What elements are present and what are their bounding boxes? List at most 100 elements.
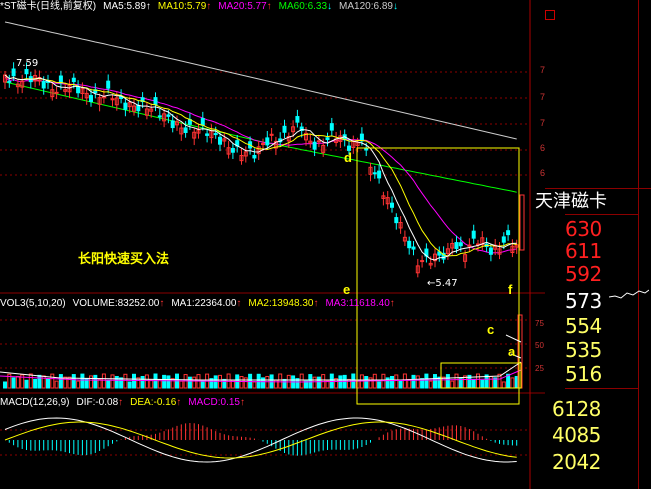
volume-bar (282, 378, 287, 389)
volume-bar (15, 375, 20, 389)
marker-c: c (487, 322, 495, 337)
macd-indicator-name: MACD(12,26,9) (0, 397, 70, 408)
ma60-line (4, 81, 517, 193)
right-quote-panel: 天津磁卡 630 611 592 573 554 535 516 6128 40… (535, 0, 651, 489)
macd-value-label: MACD:0.15 (188, 397, 240, 408)
volume-bar (445, 374, 450, 389)
volume-bar (222, 378, 227, 389)
candle-body (261, 143, 265, 146)
volume-bars (0, 314, 523, 389)
volume-bar (501, 381, 506, 389)
volume-bar (338, 375, 343, 389)
candle-body (407, 240, 412, 249)
volume-bar (312, 376, 317, 389)
volume-bar (411, 374, 416, 389)
candle-body (506, 230, 511, 236)
volume-bar (510, 377, 515, 389)
volume-bar (488, 376, 493, 389)
volume-bar (471, 378, 476, 389)
volume-bar (114, 376, 119, 389)
candle-body (252, 154, 257, 159)
volume-ladder-divider (565, 388, 639, 389)
candle-body (282, 125, 287, 133)
ma20-path (4, 76, 517, 254)
high-price-label: 7.59 (16, 58, 39, 69)
volume-bar (213, 375, 218, 389)
candle-body (205, 133, 210, 136)
candle-body (71, 77, 76, 83)
volume-bar (265, 375, 270, 389)
volume-bar (187, 376, 192, 389)
volume-tick: 25 (535, 364, 544, 373)
ma60-path (4, 81, 517, 193)
candle-body (316, 140, 321, 143)
volume-bar (58, 374, 63, 389)
volume-bar (54, 380, 59, 389)
volume-bar (377, 381, 382, 389)
volume-bar (97, 378, 102, 389)
volume-bar (166, 375, 171, 389)
vol-ma3-label: MA3:11618.40 (325, 298, 390, 309)
volume-tick: 75 (535, 319, 544, 328)
candle-body (7, 80, 12, 83)
volume-chart-header: VOL3(5,10,20) VOLUME:83252.00↑ MA1:22364.0… (0, 298, 395, 309)
candle-body (364, 148, 369, 151)
candle-body (41, 81, 46, 89)
vol-ma1-label: MA1:22364.00 (171, 298, 237, 309)
volume-bar (316, 376, 321, 389)
candle-body (471, 230, 476, 239)
ladder-price-current: 573 (565, 289, 602, 313)
volume-bar (106, 379, 111, 389)
candle-body (58, 75, 63, 84)
kline-chart-canvas[interactable] (0, 0, 545, 489)
candle-body (420, 260, 425, 263)
volume-bar (433, 374, 437, 389)
ladder-volume: 6128 (552, 397, 601, 421)
volume-tick: 50 (535, 341, 544, 350)
panel-toggle-icon[interactable] (545, 10, 555, 20)
volume-bar (428, 380, 433, 389)
volume-bar (140, 375, 145, 389)
volume-bar (37, 374, 42, 389)
volume-bar (415, 375, 420, 389)
candlesticks (3, 62, 525, 278)
volume-bar (364, 376, 369, 389)
volume-bar (450, 380, 455, 389)
candle-body (488, 247, 493, 255)
volume-bar (144, 374, 149, 389)
volume-bar (394, 374, 399, 389)
candle-body (359, 133, 364, 142)
volume-bar (252, 381, 257, 389)
volume-bar (200, 380, 205, 389)
marker-e: e (343, 282, 351, 297)
ladder-volume: 2042 (552, 450, 601, 474)
candle-body (24, 69, 29, 75)
ma5-line (4, 74, 517, 261)
ma120-path (4, 21, 517, 140)
volume-bar (110, 374, 115, 389)
ladder-price: 592 (565, 262, 602, 286)
volume-bar (390, 375, 394, 389)
candle-body (110, 98, 115, 101)
ma5-path (4, 74, 517, 261)
volume-bar (325, 380, 330, 389)
candle-body (89, 95, 93, 102)
volume-bar (11, 377, 16, 389)
volume-bar (33, 378, 38, 389)
volume-bar (192, 376, 197, 389)
volume-bar (299, 373, 304, 389)
volume-bar (3, 381, 7, 389)
candle-body (153, 97, 158, 105)
volume-bar (162, 374, 167, 389)
candle-body (54, 91, 59, 94)
ladder-volume: 4085 (552, 423, 601, 447)
marker-f: f (508, 282, 513, 297)
volume-bar (71, 374, 76, 389)
candle-body (230, 147, 235, 153)
volume-bar (80, 373, 85, 389)
volume-bar (76, 380, 81, 389)
volume-bar (149, 379, 154, 389)
candle-body (218, 136, 222, 145)
volume-bar (28, 373, 33, 389)
candle-body (183, 127, 188, 133)
